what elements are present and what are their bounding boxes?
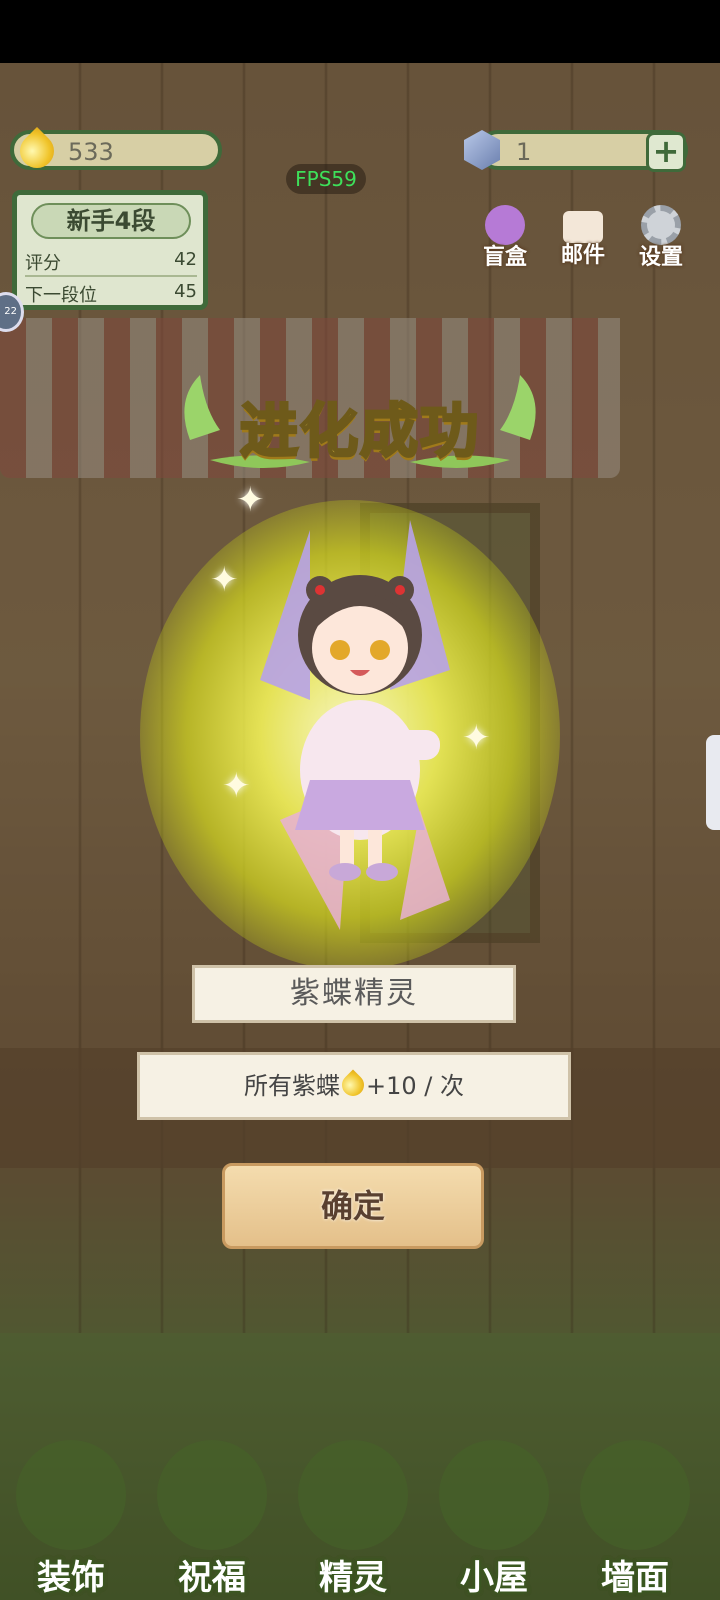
nav-wall-label: 墙面 — [601, 1558, 669, 1598]
sparkle-icon: ✦ — [210, 560, 239, 600]
rank-title: 新手4段 — [31, 203, 191, 239]
house-icon — [439, 1440, 549, 1550]
nav-blessing-label: 祝福 — [178, 1558, 246, 1598]
bell-icon — [580, 1440, 690, 1550]
butterfly-icon — [157, 1440, 267, 1550]
rank-panel[interactable]: 新手4段 评分 42 下一段位 45 — [12, 190, 208, 310]
side-drawer-handle[interactable] — [706, 735, 720, 830]
confirm-button[interactable]: 确定 — [222, 1163, 484, 1249]
divider — [25, 275, 197, 277]
evolution-title-banner: 进化成功 — [170, 370, 550, 480]
fairy-icon — [298, 1440, 408, 1550]
plant-icon — [16, 1440, 126, 1550]
mail-label: 邮件 — [560, 243, 605, 268]
coin-counter: 533 — [10, 126, 222, 176]
score-row: 评分 42 — [25, 249, 197, 275]
nav-blessing[interactable]: 祝福 — [147, 1410, 277, 1600]
add-gems-button[interactable]: + — [646, 132, 686, 172]
next-rank-row: 下一段位 45 — [25, 281, 197, 307]
fairy-name-plate: 紫蝶精灵 — [192, 965, 516, 1023]
nectar-drop-icon — [12, 126, 62, 176]
nav-wall[interactable]: 墙面 — [570, 1410, 700, 1600]
nav-decorate-label: 装饰 — [37, 1558, 105, 1598]
bonus-plate: 所有紫蝶 +10 / 次 — [137, 1052, 571, 1120]
settings-button[interactable]: 设置 — [628, 205, 694, 271]
mystery-box-label: 盲盒 — [482, 245, 527, 270]
fps-counter: FPS59 — [286, 164, 366, 194]
sparkle-icon: ✦ — [236, 480, 265, 520]
next-rank-label: 下一段位 — [25, 285, 97, 306]
fairy-character — [260, 520, 450, 930]
evolution-title: 进化成功 — [238, 396, 480, 467]
mystery-box-button[interactable]: 盲盒 — [472, 205, 538, 271]
nav-fairy-label: 精灵 — [319, 1558, 387, 1598]
gem-value: 1 — [516, 138, 532, 166]
nav-decorate[interactable]: 装饰 — [6, 1410, 136, 1600]
nav-fairy[interactable]: 精灵 — [288, 1410, 418, 1600]
coin-value: 533 — [68, 138, 114, 166]
bottom-nav: 装饰 祝福 精灵 小屋 墙面 — [0, 1410, 720, 1600]
gem-counter: 1 + — [464, 130, 688, 172]
score-value: 42 — [174, 249, 197, 270]
score-label: 评分 — [25, 253, 61, 274]
nectar-drop-icon — [337, 1069, 369, 1101]
bonus-suffix: +10 / 次 — [366, 1072, 464, 1100]
mail-button[interactable]: 邮件 — [550, 205, 616, 269]
settings-label: 设置 — [638, 245, 683, 270]
nav-house-label: 小屋 — [460, 1558, 528, 1598]
nav-house[interactable]: 小屋 — [429, 1410, 559, 1600]
next-rank-value: 45 — [174, 281, 197, 302]
bonus-prefix: 所有紫蝶 — [244, 1072, 340, 1100]
